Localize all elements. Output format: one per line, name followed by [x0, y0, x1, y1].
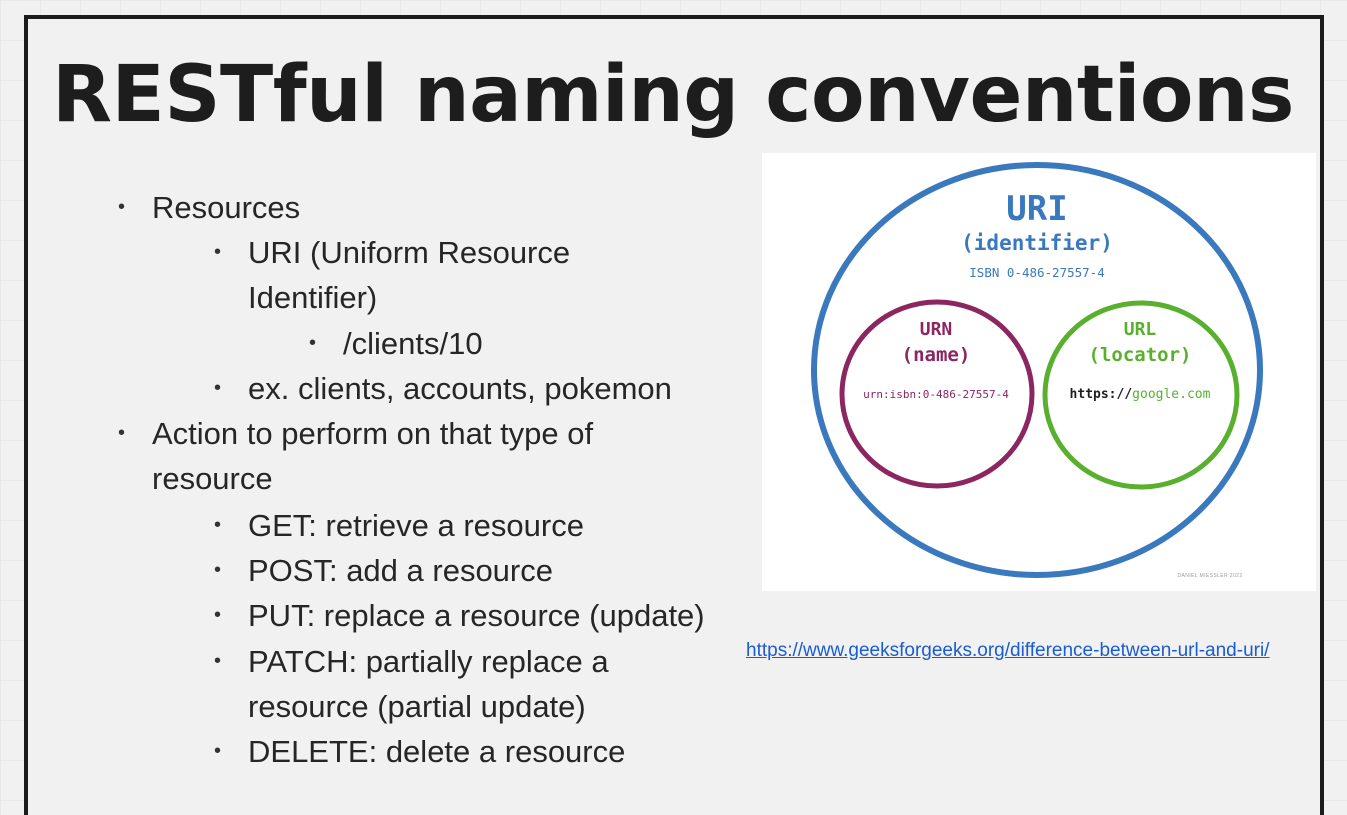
- uri-title: URI: [1006, 189, 1067, 229]
- uri-diagram: URI (identifier) ISBN 0-486-27557-4 URN …: [762, 153, 1316, 591]
- bullet-dot: •: [214, 740, 222, 762]
- diagram-credit: DANIEL MIESSLER 2022: [1177, 573, 1242, 579]
- bullet-dot: •: [214, 514, 222, 536]
- url-example-host: google.com: [1132, 387, 1210, 402]
- url-title: URL: [1124, 319, 1157, 340]
- url-example: https://google.com: [1070, 387, 1211, 402]
- bullet-dot: •: [214, 559, 222, 581]
- bullet-dot: •: [214, 650, 222, 672]
- urn-subtitle: (name): [902, 344, 971, 366]
- bullet-put: PUT: replace a resource (update): [248, 598, 705, 633]
- uri-example: ISBN 0-486-27557-4: [969, 265, 1104, 280]
- slide: RESTful naming conventions • Resources •…: [24, 15, 1324, 815]
- url-subtitle: (locator): [1089, 344, 1192, 366]
- bullet-post: POST: add a resource: [248, 553, 553, 588]
- uri-venn-diagram: URI (identifier) ISBN 0-486-27557-4 URN …: [811, 162, 1263, 579]
- bullet-dot: •: [214, 241, 222, 263]
- bullet-dot: •: [214, 604, 222, 626]
- bullet-dot: •: [118, 196, 126, 218]
- source-link[interactable]: https://www.geeksforgeeks.org/difference…: [746, 640, 1269, 662]
- slide-title: RESTful naming conventions: [52, 50, 1294, 140]
- bullet-patch: PATCH: partially replace a: [248, 644, 609, 679]
- bullet-dot: •: [118, 422, 126, 444]
- bullet-resources: Resources: [152, 190, 301, 225]
- bullet-action-continued: resource: [152, 461, 273, 496]
- bullet-dot: •: [214, 377, 222, 399]
- urn-title: URN: [920, 319, 953, 340]
- bullet-patch-continued: resource (partial update): [248, 689, 586, 724]
- bullet-get: GET: retrieve a resource: [248, 508, 584, 543]
- uri-subtitle: (identifier): [961, 231, 1113, 255]
- bullet-action: Action to perform on that type of: [152, 416, 594, 451]
- bullet-delete: DELETE: delete a resource: [248, 734, 626, 769]
- urn-example: urn:isbn:0-486-27557-4: [863, 388, 1009, 401]
- bullet-uri-continued: Identifier): [248, 280, 378, 315]
- bullet-dot: •: [309, 332, 317, 354]
- bullet-uri: URI (Uniform Resource: [248, 235, 571, 270]
- url-example-scheme: https://: [1070, 387, 1133, 402]
- bullet-uri-example: /clients/10: [343, 326, 483, 361]
- bullet-examples: ex. clients, accounts, pokemon: [248, 371, 672, 406]
